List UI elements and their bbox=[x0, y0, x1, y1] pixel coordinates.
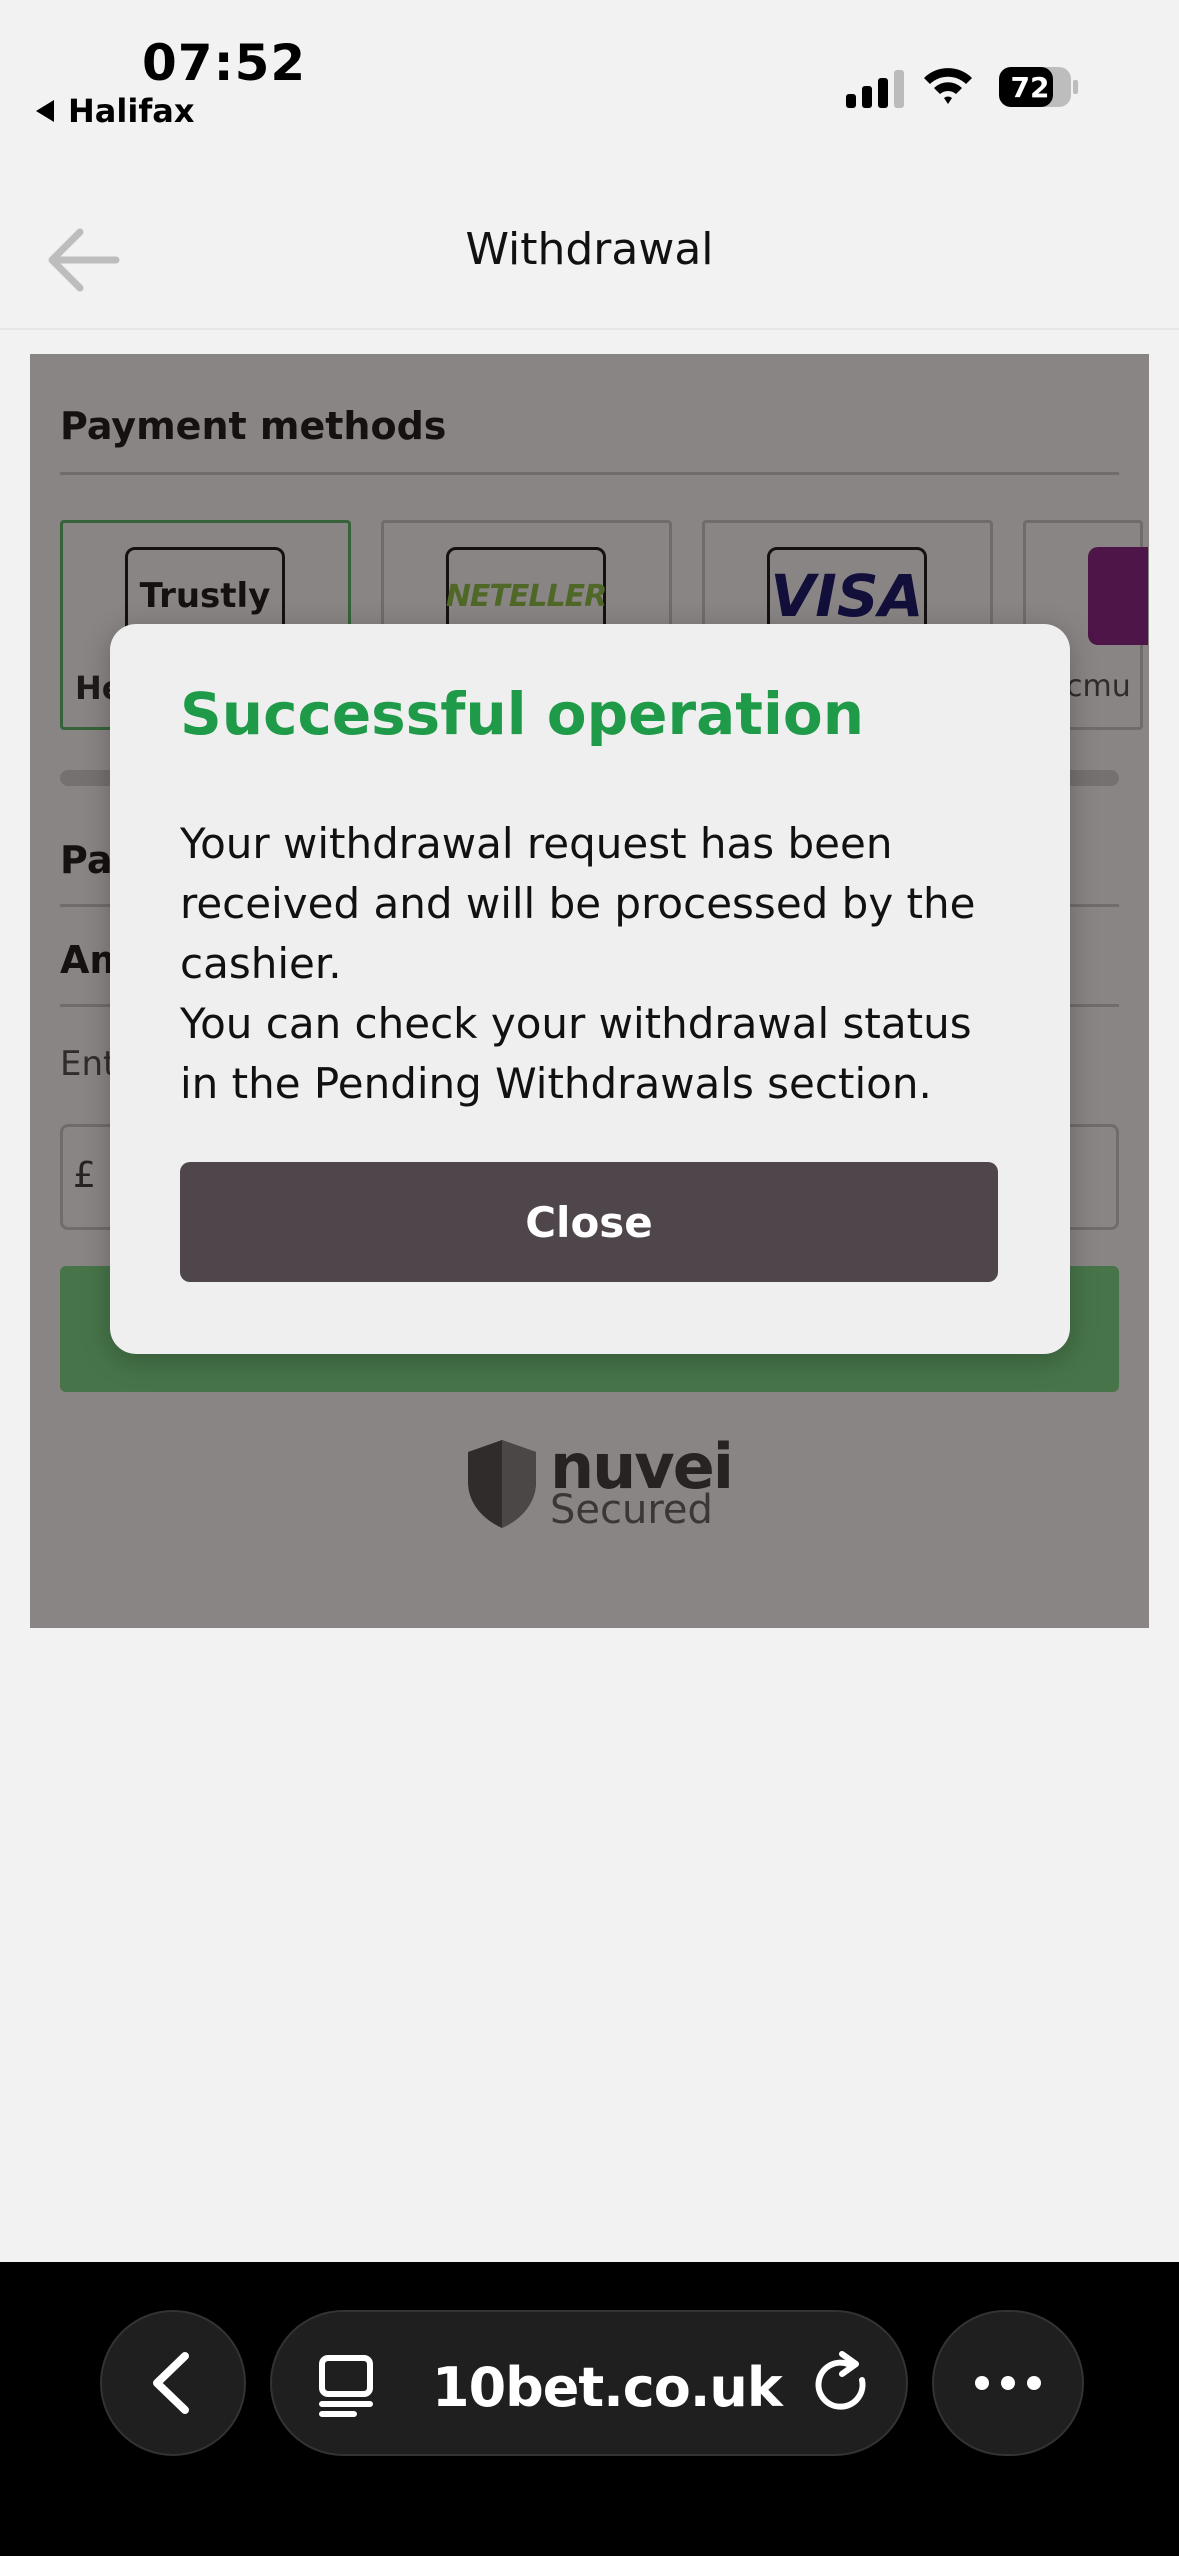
ellipsis-dot bbox=[1001, 2376, 1015, 2390]
dialog-title: Successful operation bbox=[180, 680, 864, 748]
status-time: 07:52 bbox=[142, 34, 307, 92]
battery-icon: 72 bbox=[999, 67, 1078, 107]
dialog-message-line: Your withdrawal request has been receive… bbox=[180, 819, 976, 988]
battery-level: 72 bbox=[1011, 71, 1050, 104]
back-app-label: Halifax bbox=[68, 92, 195, 130]
cellular-signal-icon bbox=[846, 68, 904, 108]
more-options-button[interactable] bbox=[932, 2310, 1084, 2456]
page-menu-icon[interactable] bbox=[316, 2350, 376, 2420]
back-to-app-link[interactable]: Halifax bbox=[36, 92, 194, 130]
chevron-left-icon bbox=[153, 2352, 189, 2414]
back-triangle-icon bbox=[36, 100, 54, 122]
dialog-message-line: You can check your withdrawal status in … bbox=[180, 999, 972, 1108]
reload-icon[interactable] bbox=[808, 2350, 878, 2420]
close-button[interactable]: Close bbox=[180, 1162, 998, 1282]
page-title: Withdrawal bbox=[465, 224, 714, 275]
browser-toolbar: 10bet.co.uk bbox=[0, 2262, 1179, 2556]
wifi-icon bbox=[924, 68, 972, 104]
url-text: 10bet.co.uk bbox=[432, 2356, 783, 2419]
browser-back-button[interactable] bbox=[100, 2310, 246, 2456]
success-dialog: Successful operation Your withdrawal req… bbox=[110, 624, 1070, 1354]
ellipsis-dot bbox=[975, 2376, 989, 2390]
dialog-message: Your withdrawal request has been receive… bbox=[180, 814, 1020, 1114]
ellipsis-dot bbox=[1027, 2376, 1041, 2390]
address-bar[interactable]: 10bet.co.uk bbox=[270, 2310, 908, 2456]
status-bar: 07:52 Halifax 72 bbox=[0, 0, 1179, 160]
